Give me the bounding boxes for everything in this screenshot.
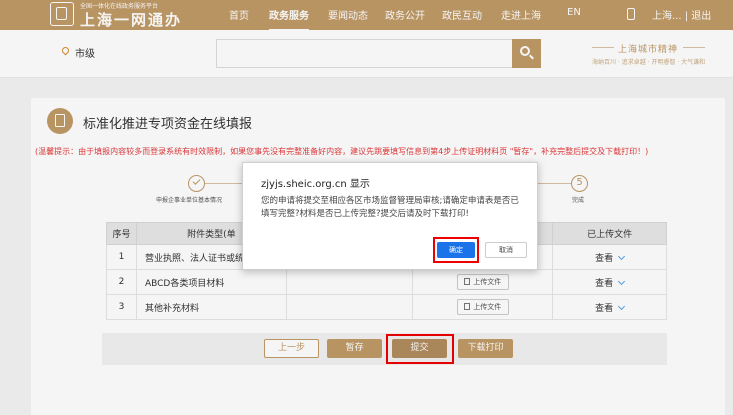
cancel-button[interactable]: 取消: [485, 242, 527, 258]
ok-highlight-box: [433, 237, 479, 263]
dialog-title: zjyjs.sheic.org.cn 显示: [261, 179, 370, 190]
confirm-dialog: zjyjs.sheic.org.cn 显示 您的申请将提交至相应各区市场监督管理…: [242, 162, 538, 270]
dialog-message: 您的申请将提交至相应各区市场监督管理局审核;请确定申请表是否已填写完整?材料是否…: [261, 196, 519, 219]
